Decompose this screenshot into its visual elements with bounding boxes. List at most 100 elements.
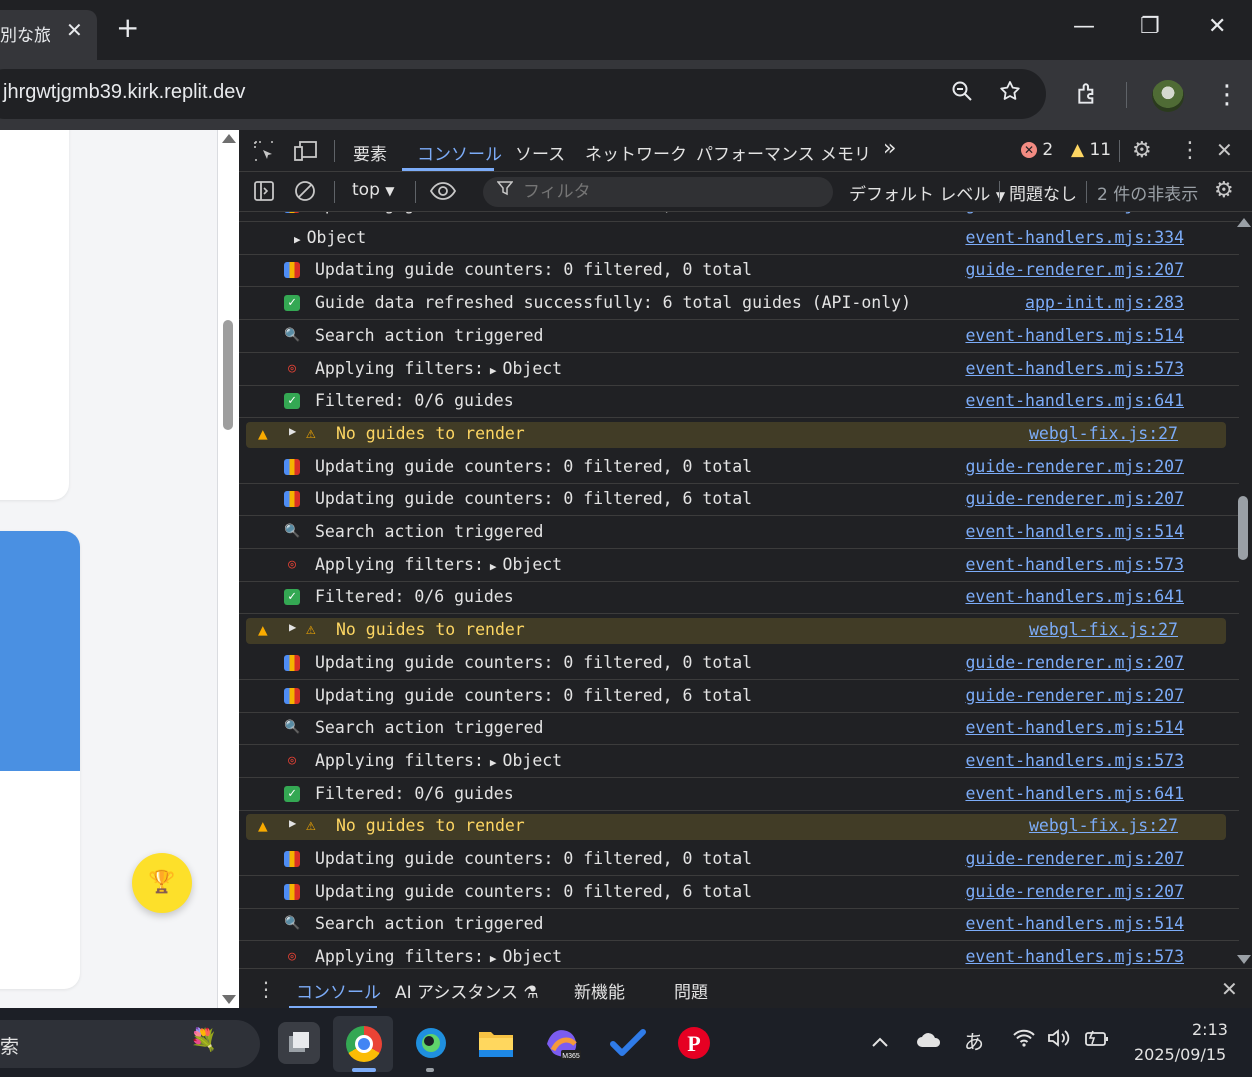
console-log-row[interactable]: Updating guide counters: 0 filtered, 0 t…: [239, 212, 1239, 222]
source-link[interactable]: event-handlers.mjs:573: [965, 555, 1184, 574]
console-log-row[interactable]: ◎ Applying filters: ▶ Object event-handlers.…: [239, 354, 1239, 386]
guide-card[interactable]: [0, 531, 80, 989]
source-link[interactable]: event-handlers.mjs:514: [965, 914, 1184, 933]
url-text[interactable]: jhrgwtjgmb39.kirk.replit.dev: [3, 81, 245, 104]
clock-time[interactable]: 2:13: [1192, 1020, 1228, 1039]
tab-performance[interactable]: パフォーマンス: [696, 140, 815, 165]
tab-console[interactable]: コンソール: [417, 140, 502, 165]
task-view-icon[interactable]: [278, 1022, 320, 1064]
device-toolbar-icon[interactable]: [294, 140, 318, 167]
console-log-row[interactable]: ▶ Object event-handlers.mjs:334: [239, 223, 1239, 255]
taskbar-search[interactable]: 索 💐: [0, 1020, 260, 1068]
wifi-icon[interactable]: [1012, 1028, 1036, 1053]
console-log-row[interactable]: 🔍 Search action triggered event-handlers.m…: [239, 321, 1239, 353]
more-tabs-icon[interactable]: »: [883, 136, 896, 161]
console-warning-row[interactable]: ▲ ▶ ⚠ No guides to render webgl-fix.js:27: [246, 618, 1226, 645]
console-log-row[interactable]: ✓ Filtered: 0/6 guides event-handlers.mjs:…: [239, 779, 1239, 811]
source-link[interactable]: event-handlers.mjs:641: [965, 391, 1184, 410]
issues-button[interactable]: 問題なし: [1009, 180, 1077, 205]
console-settings-gear-icon[interactable]: ⚙: [1214, 178, 1234, 203]
new-tab-button[interactable]: +: [116, 12, 139, 44]
todo-check-icon[interactable]: [607, 1022, 649, 1064]
console-log-row[interactable]: Updating guide counters: 0 filtered, 0 t…: [239, 452, 1239, 484]
close-window-button[interactable]: ✕: [1208, 14, 1226, 39]
console-log-row[interactable]: 🔍 Search action triggered event-handlers.m…: [239, 713, 1239, 746]
console-log-row[interactable]: Updating guide counters: 0 filtered, 6 t…: [239, 877, 1239, 909]
console-log-row[interactable]: ◎ Applying filters: ▶ Object event-handlers.…: [239, 942, 1239, 968]
object-preview[interactable]: Object: [503, 947, 563, 966]
sidebar-toggle-icon[interactable]: [253, 180, 275, 207]
drawer-tab-issues[interactable]: 問題: [674, 978, 708, 1003]
source-link[interactable]: event-handlers.mjs:514: [965, 522, 1184, 541]
m365-icon[interactable]: M365: [541, 1022, 583, 1064]
scroll-down-icon[interactable]: [222, 995, 236, 1004]
context-selector[interactable]: top ▼: [352, 180, 395, 200]
console-log-row[interactable]: 🔍 Search action triggered event-handlers.m…: [239, 909, 1239, 942]
trophy-button[interactable]: 🏆: [132, 853, 192, 913]
browser-tab[interactable]: 別な旅 ✕: [0, 10, 97, 60]
tab-close-icon[interactable]: ✕: [66, 18, 83, 42]
battery-icon[interactable]: [1084, 1028, 1110, 1053]
inspect-element-icon[interactable]: [253, 140, 275, 167]
minimize-button[interactable]: —: [1073, 14, 1095, 39]
drawer-tab-console[interactable]: コンソール: [296, 978, 381, 1003]
expand-caret-icon[interactable]: ▶: [490, 560, 497, 573]
source-link[interactable]: event-handlers.mjs:641: [965, 784, 1184, 803]
expand-caret-icon[interactable]: ▶: [490, 364, 497, 377]
source-link[interactable]: guide-renderer.mjs:207: [965, 260, 1184, 279]
profile-avatar[interactable]: [1152, 80, 1184, 112]
error-counter[interactable]: ✕ 2: [1021, 140, 1053, 160]
console-log-row[interactable]: Updating guide counters: 0 filtered, 0 t…: [239, 255, 1239, 288]
console-warning-row[interactable]: ▲ ▶ ⚠ No guides to render webgl-fix.js:27: [246, 421, 1226, 448]
tab-memory[interactable]: メモリ: [820, 140, 871, 165]
source-link[interactable]: event-handlers.mjs:334: [965, 228, 1184, 247]
edge-icon[interactable]: [410, 1022, 452, 1064]
console-log-row[interactable]: Updating guide counters: 0 filtered, 6 t…: [239, 681, 1239, 713]
source-link[interactable]: webgl-fix.js:27: [1029, 424, 1178, 443]
drawer-menu-icon[interactable]: ⋮: [256, 977, 276, 1001]
scroll-down-icon[interactable]: [1237, 955, 1251, 964]
object-preview[interactable]: Object: [503, 555, 563, 574]
tab-sources[interactable]: ソース: [515, 140, 565, 165]
tray-overflow-chevron-icon[interactable]: [870, 1030, 890, 1054]
devtools-menu-icon[interactable]: ⋮: [1179, 138, 1201, 163]
source-link[interactable]: guide-renderer.mjs:207: [965, 212, 1184, 214]
object-preview[interactable]: Object: [503, 751, 563, 770]
close-devtools-icon[interactable]: ✕: [1216, 138, 1233, 162]
expand-caret-icon[interactable]: ▶: [490, 952, 497, 965]
source-link[interactable]: app-init.mjs:283: [1025, 293, 1184, 312]
bookmark-star-icon[interactable]: [998, 79, 1022, 109]
console-scrollbar[interactable]: [1235, 212, 1252, 968]
filter-box[interactable]: [483, 177, 833, 207]
close-drawer-icon[interactable]: ✕: [1221, 977, 1238, 1001]
source-link[interactable]: event-handlers.mjs:573: [965, 947, 1184, 966]
console-log-row[interactable]: Updating guide counters: 0 filtered, 0 t…: [239, 844, 1239, 876]
tab-network[interactable]: ネットワーク: [585, 140, 687, 165]
expand-caret-icon[interactable]: ▶: [490, 756, 497, 769]
onedrive-cloud-icon[interactable]: [916, 1030, 942, 1054]
page-scrollbar[interactable]: [217, 130, 239, 1008]
volume-icon[interactable]: [1047, 1028, 1071, 1053]
scroll-thumb[interactable]: [223, 320, 233, 430]
clear-console-icon[interactable]: [294, 180, 316, 207]
extensions-icon[interactable]: [1075, 81, 1101, 113]
source-link[interactable]: webgl-fix.js:27: [1029, 620, 1178, 639]
expand-caret-icon[interactable]: ▶: [294, 233, 301, 246]
source-link[interactable]: event-handlers.mjs:573: [965, 751, 1184, 770]
log-level-selector[interactable]: デフォルト レベル ▼: [849, 180, 1005, 205]
live-expression-eye-icon[interactable]: [429, 180, 457, 207]
console-log-row[interactable]: ◎ Applying filters: ▶ Object event-handlers.…: [239, 746, 1239, 778]
scroll-up-icon[interactable]: [222, 134, 236, 143]
expand-caret-icon[interactable]: ▶: [289, 816, 296, 830]
source-link[interactable]: event-handlers.mjs:641: [965, 587, 1184, 606]
filter-input[interactable]: [523, 181, 823, 203]
drawer-tab-ai-assistance[interactable]: AI アシスタンス ⚗: [395, 978, 539, 1003]
console-log-row[interactable]: ✓ Guide data refreshed successfully: 6 to…: [239, 288, 1239, 321]
source-link[interactable]: event-handlers.mjs:514: [965, 718, 1184, 737]
source-link[interactable]: event-handlers.mjs:573: [965, 359, 1184, 378]
expand-caret-icon[interactable]: ▶: [289, 620, 296, 634]
ime-indicator[interactable]: あ: [964, 1026, 984, 1055]
scroll-up-icon[interactable]: [1237, 218, 1251, 227]
source-link[interactable]: guide-renderer.mjs:207: [965, 457, 1184, 476]
console-log-row[interactable]: ◎ Applying filters: ▶ Object event-handlers.…: [239, 550, 1239, 582]
